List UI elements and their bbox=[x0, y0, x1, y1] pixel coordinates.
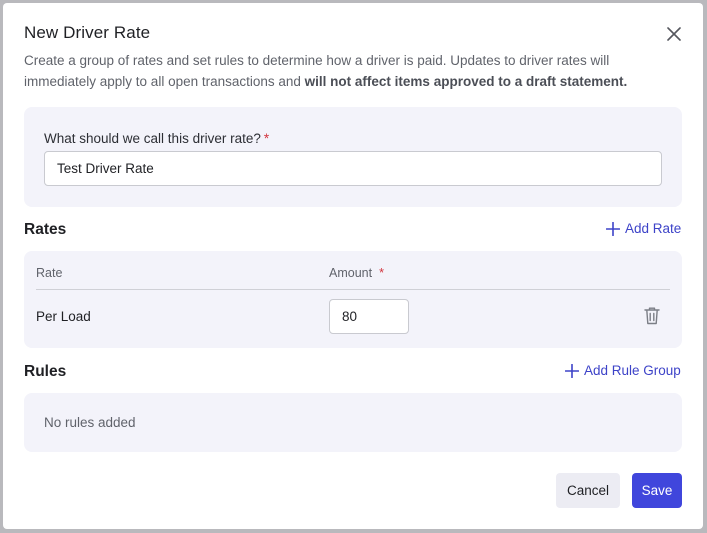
empty-rules-message: No rules added bbox=[44, 415, 136, 430]
add-rate-label: Add Rate bbox=[625, 221, 682, 236]
plus-icon bbox=[606, 221, 620, 236]
rate-name-label: What should we call this driver rate? * bbox=[44, 131, 269, 146]
column-header-amount: Amount * bbox=[329, 266, 384, 280]
plus-icon bbox=[565, 363, 579, 378]
rules-section-title: Rules bbox=[24, 363, 67, 380]
required-marker: * bbox=[263, 131, 270, 146]
column-header-amount-text: Amount bbox=[329, 266, 373, 280]
rate-amount-input[interactable] bbox=[329, 299, 409, 334]
new-driver-rate-dialog: New Driver Rate Create a group of rates … bbox=[3, 3, 703, 529]
close-icon bbox=[667, 27, 681, 41]
rules-panel: No rules added bbox=[24, 393, 682, 452]
rate-row-name: Per Load bbox=[36, 309, 91, 324]
trash-icon bbox=[644, 307, 660, 325]
dialog-title: New Driver Rate bbox=[24, 23, 151, 42]
save-button[interactable]: Save bbox=[632, 473, 682, 508]
add-rule-group-label: Add Rule Group bbox=[584, 363, 681, 378]
cancel-button[interactable]: Cancel bbox=[556, 473, 620, 508]
delete-rate-button[interactable] bbox=[643, 306, 663, 326]
rates-section-title: Rates bbox=[24, 221, 67, 238]
rate-name-panel: What should we call this driver rate? * bbox=[24, 107, 682, 207]
rate-name-label-text: What should we call this driver rate? bbox=[44, 131, 261, 146]
rate-name-input[interactable] bbox=[44, 151, 662, 186]
description-emphasis: will not affect items approved to a draf… bbox=[304, 74, 628, 89]
required-marker: * bbox=[379, 266, 384, 280]
add-rule-group-button[interactable]: Add Rule Group bbox=[565, 363, 681, 378]
column-header-rate: Rate bbox=[36, 266, 63, 280]
add-rate-button[interactable]: Add Rate bbox=[606, 221, 681, 236]
rates-table: Rate Amount * Per Load bbox=[24, 251, 682, 348]
table-divider bbox=[36, 289, 670, 290]
dialog-description: Create a group of rates and set rules to… bbox=[24, 50, 674, 92]
close-button[interactable] bbox=[663, 23, 685, 45]
